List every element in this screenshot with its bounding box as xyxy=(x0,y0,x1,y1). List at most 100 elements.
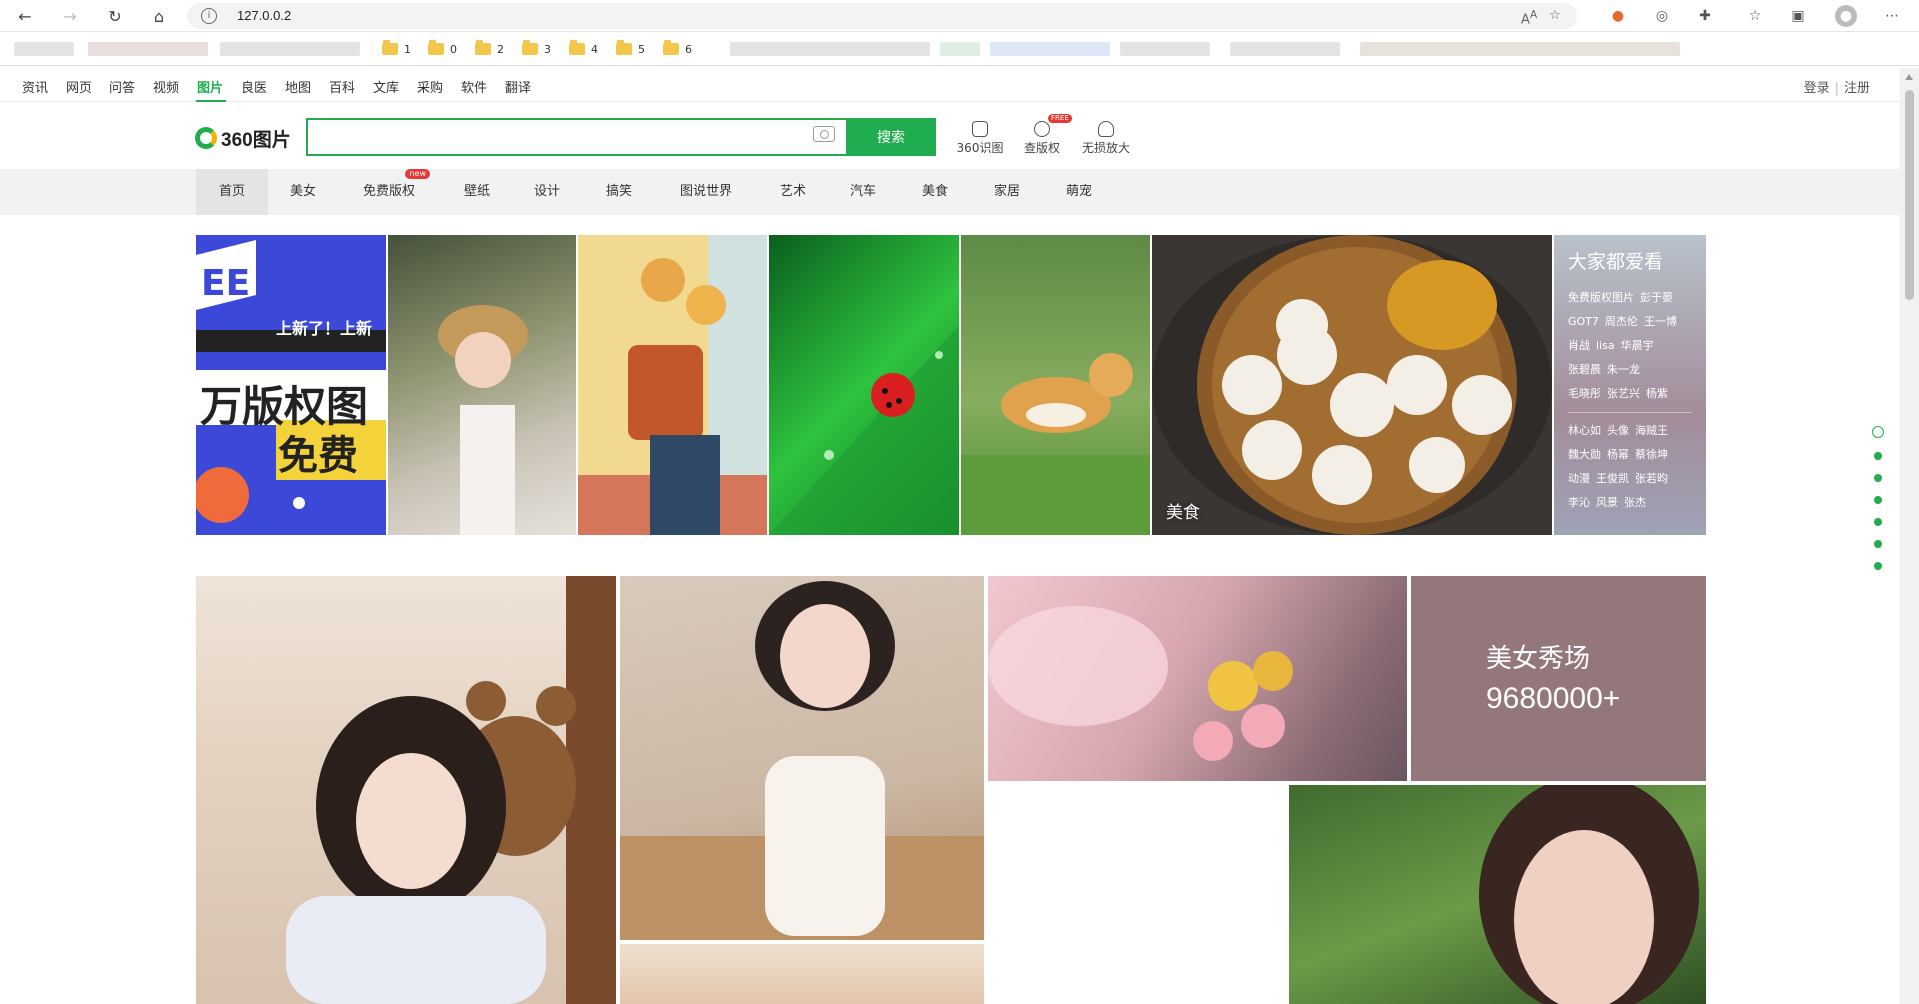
url-text[interactable]: 127.0.0.2 xyxy=(237,8,291,23)
topnav-item-video[interactable]: 视频 xyxy=(153,77,179,96)
topnav-item-baike[interactable]: 百科 xyxy=(329,77,355,96)
popular-link[interactable]: 林心如 xyxy=(1568,424,1601,437)
banner-photo-food[interactable]: 美食 xyxy=(1152,235,1552,535)
topnav-item-wenku[interactable]: 文库 xyxy=(373,77,399,96)
banner-photo-ladybug[interactable] xyxy=(769,235,959,535)
popular-link[interactable]: 杨紫 xyxy=(1646,387,1668,400)
profile-avatar[interactable]: ● xyxy=(1835,5,1857,27)
gallery-image-flowers[interactable] xyxy=(988,576,1407,781)
category-world[interactable]: 图说世界 xyxy=(668,169,744,215)
popular-link[interactable]: 王一博 xyxy=(1644,315,1677,328)
category-food[interactable]: 美食 xyxy=(910,169,960,215)
topnav-item-translate[interactable]: 翻译 xyxy=(505,77,531,96)
bookmark-folder[interactable]: 0 xyxy=(428,40,457,57)
forward-icon[interactable]: → xyxy=(59,5,81,27)
popular-link[interactable]: 风景 xyxy=(1596,496,1618,509)
category-free-copyright[interactable]: 免费版权 new xyxy=(352,169,430,215)
topnav-item-doctor[interactable]: 良医 xyxy=(241,77,267,96)
popular-link[interactable]: 动漫 xyxy=(1568,472,1590,485)
popular-link[interactable]: GOT7 xyxy=(1568,315,1599,328)
bookmark-folder[interactable]: 5 xyxy=(616,40,645,57)
popular-link[interactable]: 张若昀 xyxy=(1635,472,1668,485)
section-dot[interactable] xyxy=(1874,540,1882,548)
login-link[interactable]: 登录 xyxy=(1804,81,1830,96)
category-car[interactable]: 汽车 xyxy=(838,169,888,215)
popular-link[interactable]: 彭于晏 xyxy=(1640,291,1673,304)
popular-link[interactable]: 免费版权图片 xyxy=(1568,291,1634,304)
site-logo[interactable]: 360图片 xyxy=(195,124,291,152)
info-icon[interactable]: i xyxy=(201,8,217,24)
popular-link[interactable]: 李沁 xyxy=(1568,496,1590,509)
banner-promo-image[interactable]: EE 上新了！上新 万版权图 免费 xyxy=(196,235,386,535)
popular-link[interactable]: 蔡徐坤 xyxy=(1635,448,1668,461)
category-home[interactable]: 首页 xyxy=(196,169,268,215)
bookmark-folder[interactable]: 2 xyxy=(475,40,504,57)
category-beauty[interactable]: 美女 xyxy=(278,169,328,215)
section-dot[interactable] xyxy=(1874,562,1882,570)
topnav-item-qa[interactable]: 问答 xyxy=(109,77,135,96)
tool-copyright[interactable]: FREE 查版权 xyxy=(1012,114,1072,156)
popular-link[interactable]: 肖战 xyxy=(1568,339,1590,352)
page-scrollbar[interactable] xyxy=(1900,68,1919,1004)
popular-link[interactable]: 海贼王 xyxy=(1635,424,1668,437)
favorite-star-icon[interactable]: ☆ xyxy=(1549,8,1561,23)
promo-tile[interactable]: 美女秀场 9680000+ xyxy=(1411,576,1706,781)
category-art[interactable]: 艺术 xyxy=(768,169,818,215)
home-icon[interactable]: ⌂ xyxy=(148,5,170,27)
topnav-item-web[interactable]: 网页 xyxy=(66,77,92,96)
camera-icon[interactable] xyxy=(813,126,835,142)
reload-icon[interactable]: ↻ xyxy=(104,5,126,27)
section-dot[interactable] xyxy=(1874,496,1882,504)
puzzle-icon[interactable]: ✚ xyxy=(1695,6,1715,26)
banner-illustration-couple[interactable] xyxy=(578,235,767,535)
gallery-image-partial[interactable] xyxy=(620,944,984,1004)
scroll-up-icon[interactable] xyxy=(1905,74,1913,80)
gallery-image-girl-peace[interactable] xyxy=(620,576,984,940)
gallery-image-girl-portrait[interactable] xyxy=(1289,785,1706,1004)
popular-link[interactable]: 周杰伦 xyxy=(1605,315,1638,328)
popular-link[interactable]: 王俊凯 xyxy=(1596,472,1629,485)
collections-icon[interactable]: ▣ xyxy=(1788,6,1808,26)
category-home-decor[interactable]: 家居 xyxy=(982,169,1032,215)
popular-link[interactable]: 头像 xyxy=(1607,424,1629,437)
topnav-item-map[interactable]: 地图 xyxy=(285,77,311,96)
bookmark-folder[interactable]: 1 xyxy=(382,40,411,57)
bookmark-folder[interactable]: 3 xyxy=(522,40,551,57)
popular-link[interactable]: lisa xyxy=(1596,339,1615,352)
extension-icon[interactable]: ● xyxy=(1608,6,1628,26)
popular-link[interactable]: 毛晓彤 xyxy=(1568,387,1601,400)
banner-photo-dog[interactable] xyxy=(961,235,1150,535)
category-wallpaper[interactable]: 壁纸 xyxy=(452,169,502,215)
section-dot[interactable] xyxy=(1874,452,1882,460)
more-icon[interactable]: ⋯ xyxy=(1882,6,1902,26)
popular-link[interactable]: 张艺兴 xyxy=(1607,387,1640,400)
gallery-image-girl-bear[interactable] xyxy=(196,576,616,1004)
tool-upscale[interactable]: 无损放大 xyxy=(1076,118,1136,156)
popular-link[interactable]: 张杰 xyxy=(1624,496,1646,509)
topnav-item-purchase[interactable]: 采购 xyxy=(417,77,443,96)
popular-link[interactable]: 华晨宇 xyxy=(1621,339,1654,352)
category-design[interactable]: 设计 xyxy=(522,169,572,215)
popular-link[interactable]: 朱一龙 xyxy=(1607,363,1640,376)
back-icon[interactable]: ← xyxy=(14,5,36,27)
banner-photo-girl-hat[interactable] xyxy=(388,235,576,535)
section-dot-active[interactable] xyxy=(1872,426,1884,438)
scrollbar-thumb[interactable] xyxy=(1905,90,1914,300)
extension-2-icon[interactable]: ◎ xyxy=(1652,6,1672,26)
section-dot[interactable] xyxy=(1874,474,1882,482)
favorites-icon[interactable]: ☆ xyxy=(1745,6,1765,26)
bookmark-folder[interactable]: 6 xyxy=(663,40,692,57)
topnav-item-news[interactable]: 资讯 xyxy=(22,77,48,96)
bookmark-folder[interactable]: 4 xyxy=(569,40,598,57)
popular-link[interactable]: 张碧晨 xyxy=(1568,363,1601,376)
tool-image-search[interactable]: 360识图 xyxy=(950,118,1010,156)
popular-link[interactable]: 魏大勋 xyxy=(1568,448,1601,461)
search-input[interactable] xyxy=(318,126,798,148)
category-funny[interactable]: 搞笑 xyxy=(594,169,644,215)
register-link[interactable]: 注册 xyxy=(1844,81,1870,96)
topnav-item-software[interactable]: 软件 xyxy=(461,77,487,96)
read-aloud-icon[interactable]: AA xyxy=(1521,8,1537,27)
section-dot[interactable] xyxy=(1874,518,1882,526)
search-button[interactable]: 搜索 xyxy=(846,118,936,156)
address-bar[interactable]: i 127.0.0.2 AA ☆ xyxy=(187,3,1577,29)
